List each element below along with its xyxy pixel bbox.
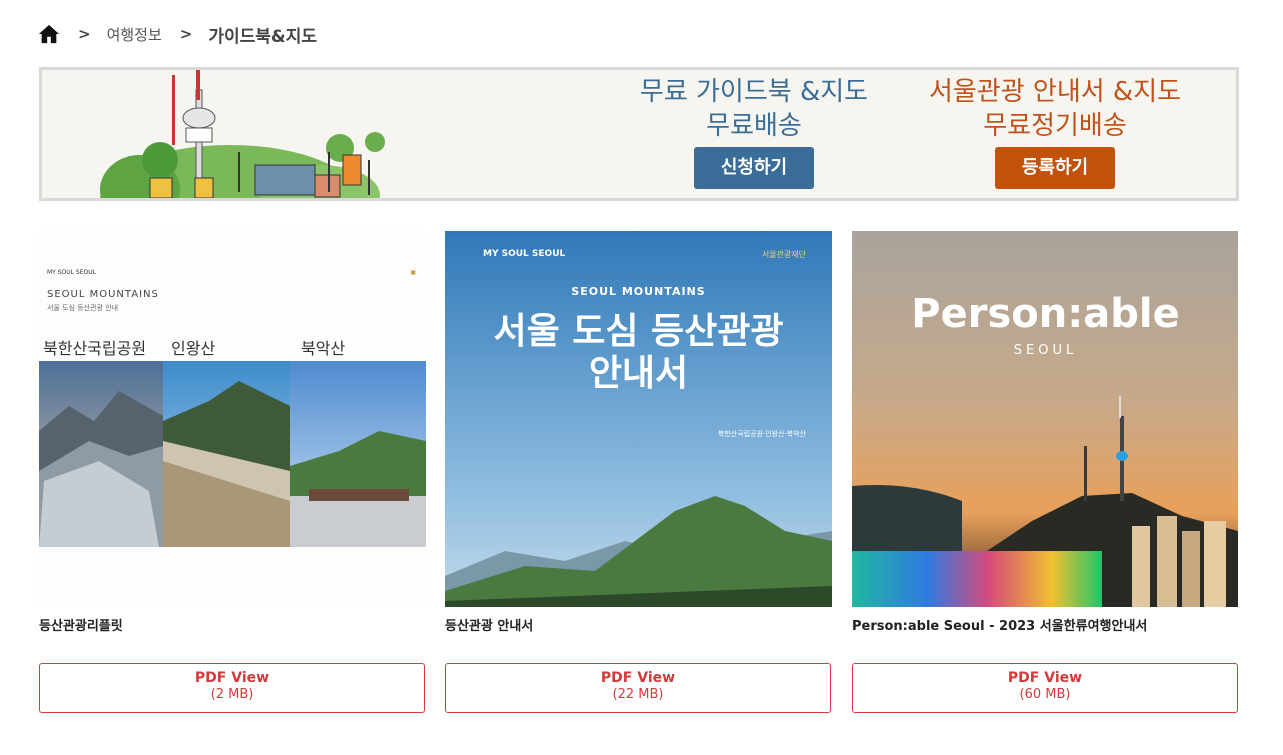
pdf-view-label: PDF View [1007,670,1083,686]
cover-subtitle: SEOUL MOUNTAINS [571,285,706,298]
cover-title-line: 서울 도심 등산관광 [493,311,784,352]
pdf-file-size: (22 MB) [612,687,664,702]
regular-delivery-promo: 서울관광 안내서 &지도 무료정기배송 등록하기 [915,75,1195,189]
card-title[interactable]: 등산관광 안내서 [445,615,832,635]
card-title[interactable]: 등산관광리플릿 [39,615,426,635]
cover-brand-right: 서울관광재단 [761,250,806,259]
pdf-view-label: PDF View [600,670,676,686]
cover-label: 북한산국립공원 [43,339,147,358]
city-night-photo [852,231,1238,607]
cover-title: 서울 도심 등산관광 안내서 [445,311,832,395]
breadcrumb-item-travel-info[interactable]: 여행정보 [107,24,162,45]
guide-card: MY SOUL SEOUL ▣ SEOUL MOUNTAINS 서울 도심 등산… [39,231,426,713]
cover-brand: MY SOUL SEOUL [483,249,566,259]
cover-brand-logo: ▣ [410,269,416,276]
pdf-file-size: (60 MB) [1019,687,1071,702]
cover-subtitle: SEOUL [1013,343,1078,358]
home-icon[interactable] [38,23,60,45]
mountain-photos [39,361,426,547]
breadcrumb-item-guidebook-map: 가이드북&지도 [208,26,318,47]
cover-subtitle-ko: 서울 도심 등산관광 안내 [47,304,119,312]
pdf-view-button[interactable]: PDF View (2 MB) [39,663,425,713]
regular-delivery-title: 무료정기배송 [983,111,1127,141]
cover-label: 인왕산 [171,339,216,358]
guide-cover-image[interactable]: Person:able SEOUL [852,231,1239,607]
pdf-file-size: (2 MB) [210,687,254,702]
guide-card: Person:able SEOUL Person:able Seoul - 20… [852,231,1239,713]
seoul-guide-title: 서울관광 안내서 &지도 [928,77,1182,107]
guidebook-banner: 무료 가이드북 &지도 무료배송 신청하기 서울관광 안내서 &지도 무료정기배… [39,67,1239,201]
free-delivery-title: 무료배송 [706,111,802,141]
cover-title: Person:able [911,291,1180,337]
guide-card: MY SOUL SEOUL 서울관광재단 SEOUL MOUNTAINS 서울 … [445,231,832,713]
pdf-view-button[interactable]: PDF View (60 MB) [852,663,1238,713]
cover-subtitle: SEOUL MOUNTAINS [47,289,159,300]
guide-cover-image[interactable]: MY SOUL SEOUL 서울관광재단 SEOUL MOUNTAINS 서울 … [445,231,832,607]
card-title[interactable]: Person:able Seoul - 2023 서울한류여행안내서 [852,615,1239,635]
cover-brand: MY SOUL SEOUL [47,269,96,276]
breadcrumb: > 여행정보 > 가이드북&지도 [38,20,317,48]
register-button[interactable]: 등록하기 [995,147,1115,189]
apply-button[interactable]: 신청하기 [694,147,814,189]
seoul-tower-illustration [100,70,385,198]
pdf-view-label: PDF View [194,670,270,686]
free-guidebook-promo: 무료 가이드북 &지도 무료배송 신청하기 [634,75,874,189]
guide-cover-image[interactable]: MY SOUL SEOUL ▣ SEOUL MOUNTAINS 서울 도심 등산… [39,231,426,607]
cover-title-line: 안내서 [588,353,689,394]
cover-small-text: 북한산국립공원·인왕산·북악산 [717,430,806,438]
free-guidebook-title: 무료 가이드북 &지도 [639,77,869,107]
pdf-view-button[interactable]: PDF View (22 MB) [445,663,831,713]
cover-label: 북악산 [301,339,346,358]
breadcrumb-separator: > [179,25,193,43]
breadcrumb-separator: > [78,25,91,43]
